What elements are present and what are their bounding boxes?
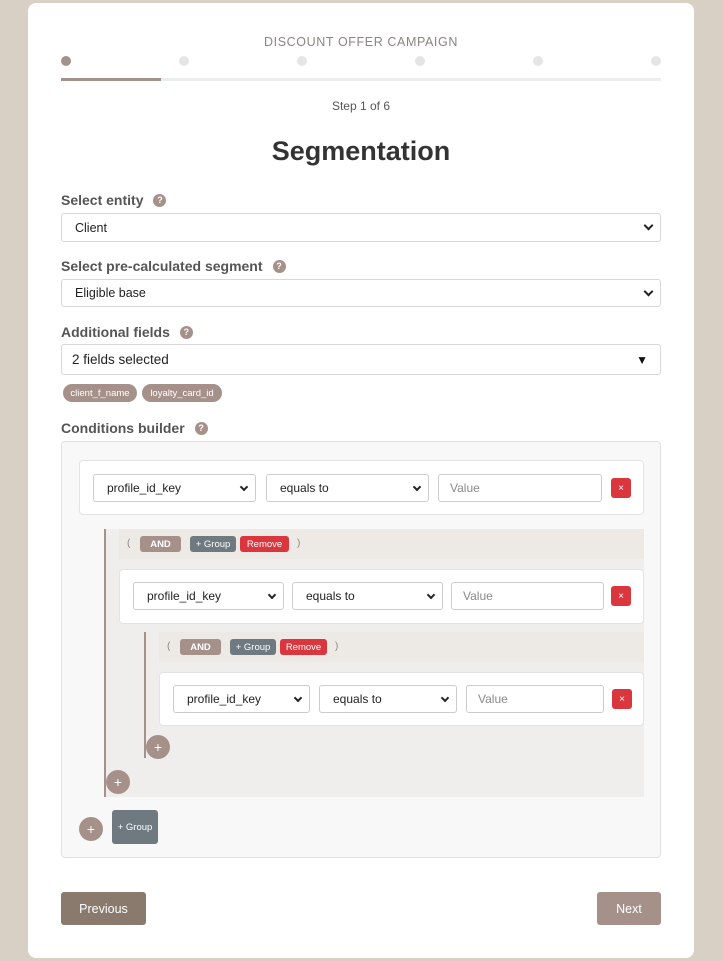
segment-label: Select pre-calculated segment ? <box>61 258 286 274</box>
remove-group-button[interactable]: Remove <box>240 536 289 552</box>
nested-group: ( AND + Group Remove ) profile_id_key eq… <box>146 632 644 759</box>
rule-operator-select[interactable]: equals to <box>319 685 457 713</box>
add-group-button[interactable]: + Group <box>112 810 158 844</box>
rule-value-input[interactable]: Value <box>466 685 604 713</box>
segment-select[interactable]: Eligible base <box>61 279 661 307</box>
entity-select[interactable]: Client <box>61 213 661 242</box>
progress-fill <box>61 78 161 81</box>
dropdown-triangle-icon: ▼ <box>636 352 648 367</box>
conditions-help-icon[interactable]: ? <box>194 421 208 435</box>
rule-operator-select[interactable]: equals to <box>292 582 443 610</box>
close-paren: ) <box>297 538 301 549</box>
close-paren: ) <box>335 641 339 652</box>
chip-loyalty-card-id[interactable]: loyalty_card_id <box>142 384 222 402</box>
chevron-down-icon <box>412 482 422 491</box>
open-paren: ( <box>167 641 171 652</box>
rule-operator-value: equals to <box>306 589 355 603</box>
chevron-down-icon <box>426 590 436 599</box>
previous-button[interactable]: Previous <box>61 892 146 925</box>
open-paren: ( <box>127 538 131 549</box>
add-rule-button[interactable]: + <box>146 735 170 759</box>
progress-dot-step-2 <box>179 56 189 66</box>
segment-help-icon[interactable]: ? <box>272 259 286 273</box>
campaign-title: DISCOUNT OFFER CAMPAIGN <box>264 35 458 49</box>
rule-field-value: profile_id_key <box>187 692 262 706</box>
entity-label-text: Select entity <box>61 192 144 208</box>
condition-rule: profile_id_key equals to Value × <box>119 569 644 624</box>
page-title: Segmentation <box>271 136 451 166</box>
and-toggle-button[interactable]: AND <box>140 536 181 552</box>
add-group-button[interactable]: + Group <box>230 639 276 655</box>
conditions-builder: profile_id_key equals to Value × ( AND +… <box>61 441 661 858</box>
add-group-button[interactable]: + Group <box>190 536 236 552</box>
nested-group: ( AND + Group Remove ) profile_id_key eq… <box>106 529 644 797</box>
additional-fields-value: 2 fields selected <box>72 352 169 367</box>
rule-field-value: profile_id_key <box>147 589 222 603</box>
remove-rule-button[interactable]: × <box>611 478 631 498</box>
and-toggle-button[interactable]: AND <box>180 639 221 655</box>
step-indicator: Step 1 of 6 <box>331 99 391 113</box>
rule-operator-value: equals to <box>280 481 329 495</box>
progress-dot-step-6 <box>651 56 661 66</box>
entity-label: Select entity ? <box>61 192 167 208</box>
condition-rule: profile_id_key equals to Value × <box>79 460 644 515</box>
chip-client-f-name[interactable]: client_f_name <box>63 384 137 402</box>
progress-dot-step-4 <box>415 56 425 66</box>
progress-dot-step-1 <box>61 56 71 66</box>
additional-fields-help-icon[interactable]: ? <box>179 325 193 339</box>
conditions-label: Conditions builder ? <box>61 420 208 436</box>
chevron-down-icon <box>643 220 654 231</box>
additional-fields-label: Additional fields ? <box>61 324 193 340</box>
additional-fields-label-text: Additional fields <box>61 324 170 340</box>
wizard-card: DISCOUNT OFFER CAMPAIGN Step 1 of 6 Segm… <box>28 3 694 958</box>
rule-value-input[interactable]: Value <box>451 582 604 610</box>
group-header: ( AND + Group Remove ) <box>159 632 644 662</box>
condition-rule: profile_id_key equals to Value × <box>159 672 644 726</box>
progress-dot-step-5 <box>533 56 543 66</box>
remove-rule-button[interactable]: × <box>611 586 631 606</box>
remove-group-button[interactable]: Remove <box>280 639 327 655</box>
chevron-down-icon <box>267 590 277 599</box>
chevron-down-icon <box>239 482 249 491</box>
segment-select-value: Eligible base <box>75 286 146 300</box>
group-header: ( AND + Group Remove ) <box>119 529 644 559</box>
rule-value-input[interactable]: Value <box>438 474 602 502</box>
rule-field-select[interactable]: profile_id_key <box>133 582 284 610</box>
progress-dot-step-3 <box>297 56 307 66</box>
rule-field-value: profile_id_key <box>107 481 182 495</box>
chevron-down-icon <box>643 286 654 296</box>
chevron-down-icon <box>440 693 450 702</box>
add-rule-button[interactable]: + <box>106 770 130 794</box>
additional-fields-multiselect[interactable]: 2 fields selected ▼ <box>61 344 661 375</box>
rule-operator-select[interactable]: equals to <box>266 474 429 502</box>
rule-field-select[interactable]: profile_id_key <box>93 474 256 502</box>
rule-field-select[interactable]: profile_id_key <box>173 685 310 713</box>
next-button[interactable]: Next <box>597 892 661 925</box>
remove-rule-button[interactable]: × <box>612 689 632 709</box>
add-rule-button[interactable]: + <box>79 817 103 841</box>
rule-operator-value: equals to <box>333 692 382 706</box>
conditions-label-text: Conditions builder <box>61 420 185 436</box>
entity-help-icon[interactable]: ? <box>153 193 167 207</box>
segment-label-text: Select pre-calculated segment <box>61 258 263 274</box>
entity-select-value: Client <box>75 220 107 235</box>
chevron-down-icon <box>293 693 303 702</box>
